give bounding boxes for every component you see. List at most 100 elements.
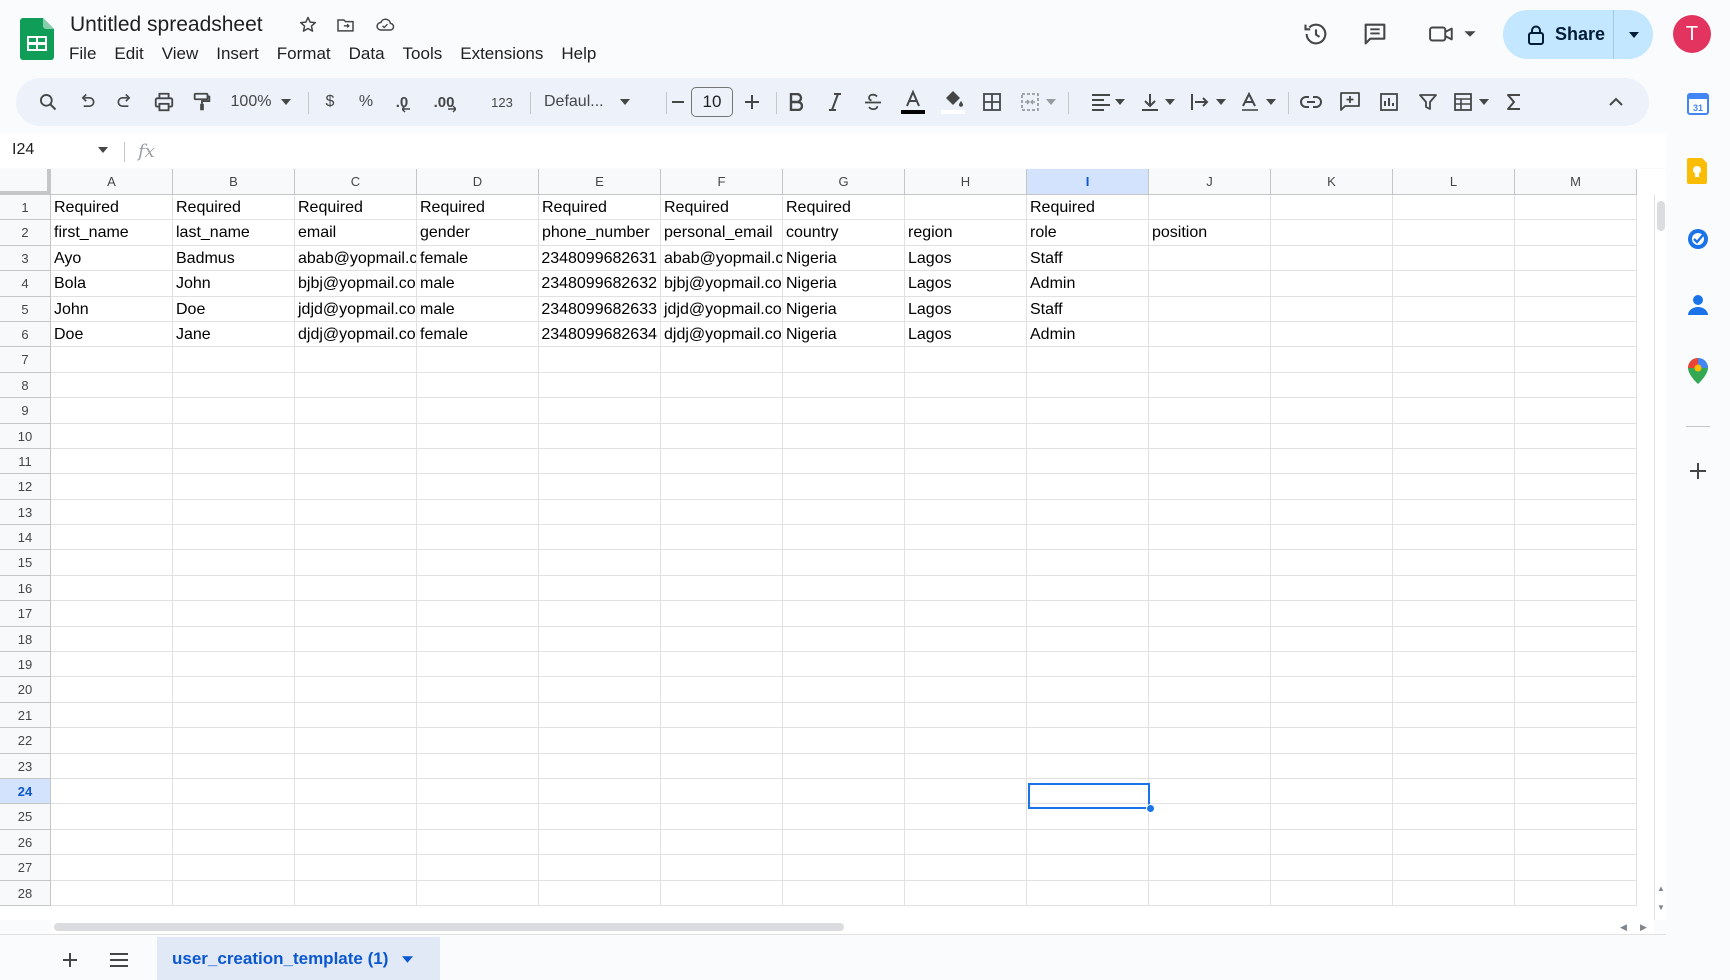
cell-d4[interactable]: male [417,271,539,297]
cell-d2[interactable]: gender [417,220,539,246]
cell-e24[interactable] [539,778,661,805]
cell-d1[interactable]: Required [417,195,539,221]
cell-k14[interactable] [1271,525,1393,551]
cell-d13[interactable] [417,499,539,526]
cell-a27[interactable] [51,855,173,881]
cell-c5[interactable]: jdjd@yopmail.co [295,296,417,322]
cell-j20[interactable] [1149,677,1271,703]
cell-e22[interactable] [539,728,661,754]
functions-button[interactable] [1500,86,1528,118]
font-size-input[interactable]: 10 [691,87,733,117]
cell-h23[interactable] [905,753,1027,779]
cell-b15[interactable] [173,550,295,576]
cell-g12[interactable] [783,474,905,500]
cell-h18[interactable] [905,626,1027,653]
row-header-10[interactable]: 10 [0,423,51,449]
cell-a3[interactable]: Ayo [51,245,173,272]
cell-g16[interactable] [783,575,905,602]
cell-h13[interactable] [905,499,1027,526]
cell-f8[interactable] [661,372,783,399]
cell-g26[interactable] [783,829,905,856]
cell-c25[interactable] [295,804,417,830]
cell-i21[interactable] [1027,702,1149,729]
cell-f20[interactable] [661,677,783,703]
share-main-button[interactable]: Share [1503,10,1614,59]
cell-d15[interactable] [417,550,539,576]
cell-m20[interactable] [1515,677,1637,703]
cell-f25[interactable] [661,804,783,830]
caret-down-icon[interactable] [98,147,108,153]
cell-h11[interactable] [905,448,1027,475]
cell-b21[interactable] [173,702,295,729]
menu-edit[interactable]: Edit [105,42,152,66]
cell-j17[interactable] [1149,601,1271,627]
cell-m21[interactable] [1515,702,1637,729]
cell-e7[interactable] [539,347,661,373]
sheet-grid[interactable]: ABCDEFGHIJKLM 1 Required Required Required R… [0,169,1666,920]
cell-f24[interactable] [661,778,783,805]
cell-a25[interactable] [51,804,173,830]
cell-l19[interactable] [1393,652,1515,678]
cell-e11[interactable] [539,448,661,475]
cell-d28[interactable] [417,880,539,906]
cell-g27[interactable] [783,855,905,881]
cell-j12[interactable] [1149,474,1271,500]
cell-h17[interactable] [905,601,1027,627]
cell-d14[interactable] [417,525,539,551]
cell-g18[interactable] [783,626,905,653]
cell-j25[interactable] [1149,804,1271,830]
menu-file[interactable]: File [60,42,105,66]
version-history-button[interactable] [1298,16,1334,52]
cell-j9[interactable] [1149,398,1271,424]
cell-a22[interactable] [51,728,173,754]
cell-i9[interactable] [1027,398,1149,424]
cell-j18[interactable] [1149,626,1271,653]
add-icon[interactable] [1683,456,1713,486]
cell-b19[interactable] [173,652,295,678]
row-header-8[interactable]: 8 [0,372,51,399]
cell-h9[interactable] [905,398,1027,424]
cell-k3[interactable] [1271,245,1393,272]
format-currency-button[interactable]: $ [316,86,344,118]
cell-k20[interactable] [1271,677,1393,703]
row-header-6[interactable]: 6 [0,321,51,348]
caret-down-icon[interactable] [402,955,414,963]
cell-f13[interactable] [661,499,783,526]
cell-j1[interactable] [1149,195,1271,221]
cell-j8[interactable] [1149,372,1271,399]
cell-m2[interactable] [1515,220,1637,246]
row-header-3[interactable]: 3 [0,245,51,272]
menu-tools[interactable]: Tools [394,42,452,66]
cell-a24[interactable] [51,778,173,805]
cell-i6[interactable]: Admin [1027,321,1149,348]
cell-l27[interactable] [1393,855,1515,881]
row-header-13[interactable]: 13 [0,499,51,526]
cell-m10[interactable] [1515,423,1637,449]
row-header-19[interactable]: 19 [0,652,51,678]
text-wrapping-button[interactable] [1188,86,1228,118]
cell-i15[interactable] [1027,550,1149,576]
cell-k8[interactable] [1271,372,1393,399]
decrease-decimal-button[interactable]: .0 [386,86,420,118]
cell-m6[interactable] [1515,321,1637,348]
cell-l10[interactable] [1393,423,1515,449]
cell-j19[interactable] [1149,652,1271,678]
insert-chart-button[interactable] [1375,86,1403,118]
cell-c1[interactable]: Required [295,195,417,221]
cell-k9[interactable] [1271,398,1393,424]
format-percent-button[interactable]: % [352,86,380,118]
cell-i2[interactable]: role [1027,220,1149,246]
cell-l16[interactable] [1393,575,1515,602]
cell-k16[interactable] [1271,575,1393,602]
cell-g23[interactable] [783,753,905,779]
row-header-14[interactable]: 14 [0,525,51,551]
cell-d26[interactable] [417,829,539,856]
cell-a21[interactable] [51,702,173,729]
cell-e28[interactable] [539,880,661,906]
cell-m9[interactable] [1515,398,1637,424]
cell-m1[interactable] [1515,195,1637,221]
horizontal-align-button[interactable] [1088,86,1128,118]
cell-g28[interactable] [783,880,905,906]
cell-e18[interactable] [539,626,661,653]
insert-link-button[interactable] [1297,86,1325,118]
